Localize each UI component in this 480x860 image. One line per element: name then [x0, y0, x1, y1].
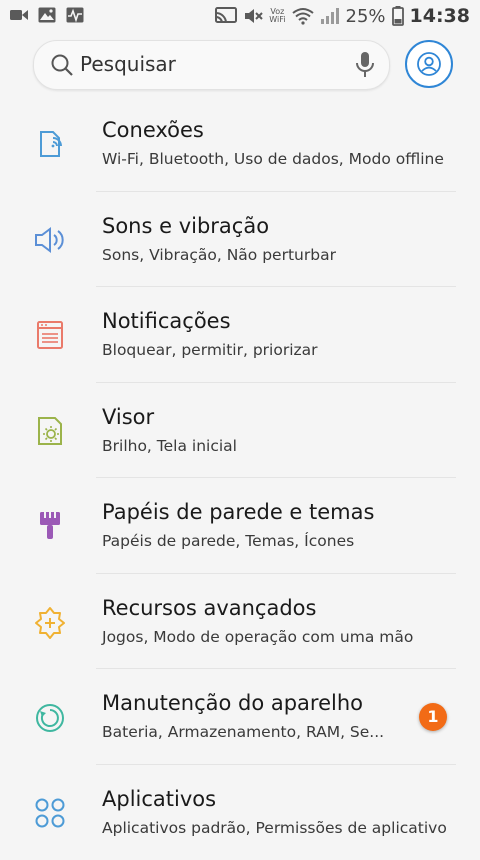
settings-item-title: Papéis de parede e temas	[102, 500, 374, 524]
settings-item-subtitle: Aplicativos padrão, Permissões de aplica…	[102, 819, 447, 837]
apps-icon	[32, 795, 68, 831]
volte-indicator: Voz WiFi	[269, 8, 285, 24]
brush-icon	[32, 508, 68, 544]
wifi-icon	[292, 7, 314, 25]
search-input[interactable]: Pesquisar	[33, 40, 390, 90]
settings-item-title: Notificações	[102, 309, 231, 333]
settings-item-subtitle: Papéis de parede, Temas, Ícones	[102, 532, 354, 550]
display-icon	[32, 413, 68, 449]
settings-item-device-maintenance[interactable]: Manutenção do aparelho Bateria, Armazena…	[0, 669, 480, 765]
sound-icon	[32, 222, 68, 258]
settings-item-subtitle: Bloquear, permitir, priorizar	[102, 341, 318, 359]
image-icon	[38, 7, 56, 23]
connections-icon	[32, 126, 68, 162]
settings-item-subtitle: Brilho, Tela inicial	[102, 437, 237, 455]
notification-badge: 1	[419, 703, 447, 731]
notifications-icon	[32, 317, 68, 353]
profile-button[interactable]	[405, 40, 453, 88]
search-icon	[50, 53, 74, 77]
status-bar: Voz WiFi 25% 14:38	[0, 0, 480, 34]
settings-item-notifications[interactable]: Notificações Bloquear, permitir, prioriz…	[0, 287, 480, 383]
settings-item-advanced-features[interactable]: Recursos avançados Jogos, Modo de operaç…	[0, 574, 480, 670]
search-placeholder: Pesquisar	[80, 52, 176, 76]
search-row: Pesquisar	[0, 34, 480, 96]
signal-icon	[320, 7, 340, 25]
settings-item-subtitle: Wi-Fi, Bluetooth, Uso de dados, Modo off…	[102, 150, 444, 168]
settings-item-title: Sons e vibração	[102, 214, 269, 238]
battery-percent: 25%	[346, 6, 386, 27]
settings-item-title: Conexões	[102, 118, 204, 142]
video-camera-icon	[10, 8, 28, 22]
settings-item-display[interactable]: Visor Brilho, Tela inicial	[0, 383, 480, 479]
settings-list: Conexões Wi-Fi, Bluetooth, Uso de dados,…	[0, 96, 480, 860]
maintenance-icon	[32, 699, 68, 735]
profile-icon	[417, 52, 441, 76]
battery-icon	[392, 6, 404, 26]
settings-item-title: Visor	[102, 405, 154, 429]
settings-item-sounds[interactable]: Sons e vibração Sons, Vibração, Não pert…	[0, 192, 480, 288]
advanced-features-icon	[32, 604, 68, 640]
settings-item-subtitle: Bateria, Armazenamento, RAM, Se...	[102, 723, 384, 741]
settings-item-connections[interactable]: Conexões Wi-Fi, Bluetooth, Uso de dados,…	[0, 96, 480, 192]
mic-icon[interactable]	[355, 51, 375, 79]
settings-item-title: Aplicativos	[102, 787, 216, 811]
mute-icon	[243, 7, 263, 25]
settings-item-title: Recursos avançados	[102, 596, 316, 620]
settings-item-apps[interactable]: Aplicativos Aplicativos padrão, Permissõ…	[0, 765, 480, 860]
cast-icon	[215, 7, 237, 25]
activity-icon	[66, 7, 84, 23]
settings-item-title: Manutenção do aparelho	[102, 691, 363, 715]
settings-item-subtitle: Sons, Vibração, Não perturbar	[102, 246, 336, 264]
clock: 14:38	[410, 5, 470, 27]
settings-item-subtitle: Jogos, Modo de operação com uma mão	[102, 628, 413, 646]
settings-item-wallpapers-themes[interactable]: Papéis de parede e temas Papéis de pared…	[0, 478, 480, 574]
